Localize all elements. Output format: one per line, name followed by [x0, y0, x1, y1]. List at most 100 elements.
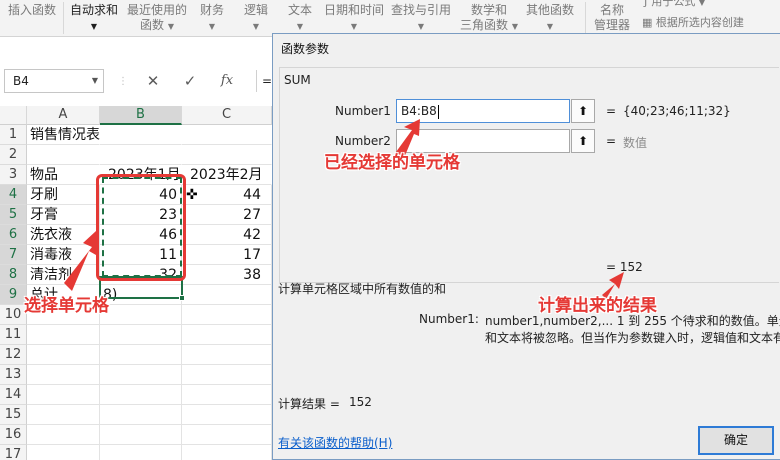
row-header-14[interactable]: 14 — [0, 385, 27, 405]
grid-cell[interactable] — [182, 145, 272, 165]
cell-c5[interactable]: 27 — [182, 205, 272, 225]
column-header-b[interactable]: B — [100, 106, 182, 125]
grid-cell[interactable] — [182, 365, 272, 385]
ok-button[interactable]: 确定 — [698, 426, 774, 455]
lookup-button[interactable]: 查找与引用 ▼ — [391, 3, 451, 34]
chevron-down-icon: ▼ — [511, 22, 518, 31]
chevron-down-icon: ▼ — [417, 22, 425, 31]
cell-a1[interactable]: 销售情况表 — [27, 125, 100, 145]
collapse-dialog-icon[interactable]: ⬆ — [571, 99, 595, 123]
column-header-c[interactable]: C — [182, 106, 272, 125]
grid-cell[interactable] — [100, 385, 182, 405]
text-button[interactable]: 文本 ▼ — [288, 3, 312, 34]
cell-c3[interactable]: 2023年2月 — [182, 165, 272, 185]
create-from-selection-button[interactable]: ▦ 根据所选内容创建 — [642, 15, 744, 30]
enter-icon[interactable]: ✓ — [180, 70, 200, 92]
cell-c6[interactable]: 42 — [182, 225, 272, 245]
grid-cell[interactable] — [27, 445, 100, 460]
grid-cell[interactable] — [182, 405, 272, 425]
name-box[interactable]: B4 ▼ — [4, 69, 104, 93]
ribbon-separator — [63, 2, 64, 34]
grid-cell[interactable] — [100, 345, 182, 365]
fill-handle[interactable] — [179, 295, 185, 301]
chevron-down-icon[interactable]: ▼ — [92, 76, 98, 85]
row-header-3[interactable]: 3 — [0, 165, 27, 185]
grid-cell[interactable] — [100, 325, 182, 345]
use-in-formula-button[interactable]: ƒ 用于公式 ▼ — [644, 0, 705, 10]
row-header-7[interactable]: 7 — [0, 245, 27, 265]
arg1-equals: = — [606, 104, 617, 118]
name-manager-button[interactable]: 名称 管理器 — [594, 3, 630, 33]
grid-cell[interactable] — [100, 145, 182, 165]
arg1-input[interactable]: B4:B8 — [396, 99, 570, 123]
grid-cell[interactable] — [27, 325, 100, 345]
grid-cell[interactable] — [27, 405, 100, 425]
cell-a5[interactable]: 牙膏 — [27, 205, 100, 225]
grid-cell[interactable] — [100, 425, 182, 445]
math-trig-button[interactable]: 数学和 三角函数 ▼ — [460, 3, 518, 34]
grid-cell[interactable] — [100, 405, 182, 425]
row-header-9[interactable]: 9 — [0, 285, 27, 305]
grid-cell[interactable] — [27, 345, 100, 365]
column-header-a[interactable]: A — [27, 106, 100, 125]
row-header-5[interactable]: 5 — [0, 205, 27, 225]
cell-a6[interactable]: 洗衣液 — [27, 225, 100, 245]
grid-cell[interactable] — [182, 345, 272, 365]
chevron-down-icon: ▼ — [252, 22, 260, 31]
insert-function-button[interactable]: 插入函数 — [8, 3, 56, 18]
row-header-2[interactable]: 2 — [0, 145, 27, 165]
fx-icon[interactable]: fx — [217, 70, 237, 92]
grid-cell[interactable] — [182, 425, 272, 445]
table-icon: ▦ — [642, 16, 653, 29]
row-header-1[interactable]: 1 — [0, 125, 27, 145]
grid-cell[interactable] — [182, 385, 272, 405]
other-functions-button[interactable]: 其他函数 ▼ — [526, 3, 574, 34]
grid-cell[interactable] — [182, 445, 272, 460]
function-help-link[interactable]: 有关该函数的帮助(H) — [278, 434, 392, 451]
grid-cell[interactable] — [100, 305, 182, 325]
grid-cell[interactable] — [182, 305, 272, 325]
grid-cell[interactable] — [27, 145, 100, 165]
grid-cell[interactable] — [100, 445, 182, 460]
select-all-corner[interactable] — [0, 106, 27, 125]
arg1-result: {40;23;46;11;32} — [623, 104, 731, 118]
grid-cell[interactable] — [100, 365, 182, 385]
cancel-icon[interactable]: ✕ — [143, 70, 163, 92]
row-header-8[interactable]: 8 — [0, 265, 27, 285]
recently-used-button[interactable]: 最近使用的 函数 ▼ — [127, 3, 187, 34]
cell-a8[interactable]: 清洁剂 — [27, 265, 100, 285]
grid-cell[interactable] — [27, 385, 100, 405]
chevron-down-icon: ▼ — [698, 0, 706, 7]
grid-cell[interactable] — [182, 285, 272, 305]
grid-cell[interactable] — [100, 125, 182, 145]
cell-a3[interactable]: 物品 — [27, 165, 100, 185]
row-header-11[interactable]: 11 — [0, 325, 27, 345]
arg1-label: Number1 — [335, 104, 391, 118]
grid-cell[interactable] — [182, 125, 272, 145]
ribbon: 插入函数 自动求和 ▼ 最近使用的 函数 ▼ 财务 ▼ 逻辑 ▼ 文本 ▼ 日期和时间 ▼ … — [0, 0, 780, 37]
row-header-10[interactable]: 10 — [0, 305, 27, 325]
grid-cell[interactable] — [182, 325, 272, 345]
grid-cell[interactable] — [27, 425, 100, 445]
row-header-16[interactable]: 16 — [0, 425, 27, 445]
cell-c8[interactable]: 38 — [182, 265, 272, 285]
autosum-button[interactable]: 自动求和 ▼ — [70, 3, 118, 34]
datetime-button[interactable]: 日期和时间 ▼ — [324, 3, 384, 34]
cell-a7[interactable]: 消毒液 — [27, 245, 100, 265]
logical-button[interactable]: 逻辑 ▼ — [244, 3, 268, 34]
row-header-13[interactable]: 13 — [0, 365, 27, 385]
row-header-12[interactable]: 12 — [0, 345, 27, 365]
drag-handle-icon[interactable]: ⋮ — [113, 71, 133, 93]
collapse-dialog-icon[interactable]: ⬆ — [571, 129, 595, 153]
row-header-6[interactable]: 6 — [0, 225, 27, 245]
row-header-17[interactable]: 17 — [0, 445, 27, 460]
cell-a4[interactable]: 牙刷 — [27, 185, 100, 205]
financial-button[interactable]: 财务 ▼ — [200, 3, 224, 34]
row-header-4[interactable]: 4 — [0, 185, 27, 205]
highlight-box — [96, 174, 186, 281]
chevron-down-icon: ▼ — [296, 22, 304, 31]
total-result: = 152 — [606, 260, 643, 274]
grid-cell[interactable] — [27, 365, 100, 385]
cell-c7[interactable]: 17 — [182, 245, 272, 265]
row-header-15[interactable]: 15 — [0, 405, 27, 425]
